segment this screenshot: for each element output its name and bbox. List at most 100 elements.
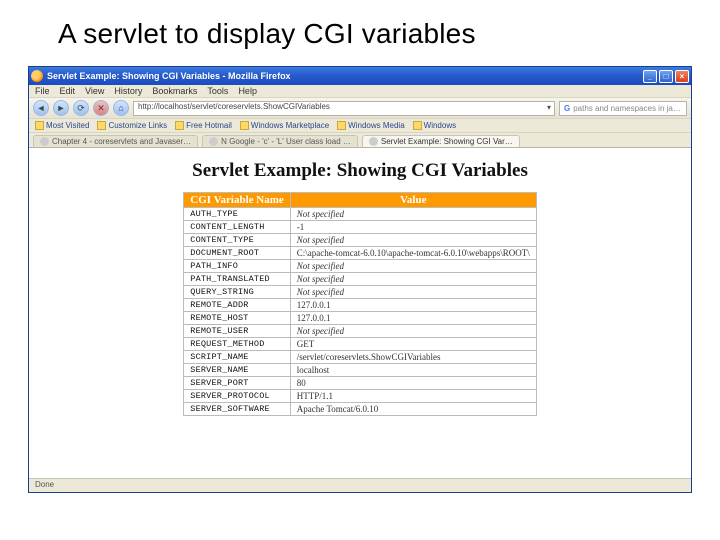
cgi-table: CGI Variable Name Value AUTH_TYPENot spe… [183, 192, 536, 416]
table-row: SCRIPT_NAME/servlet/coreservlets.ShowCGI… [184, 351, 536, 364]
close-button[interactable]: × [675, 70, 689, 83]
cgi-var-value: C:\apache-tomcat-6.0.10\apache-tomcat-6.… [290, 247, 536, 260]
menu-tools[interactable]: Tools [207, 86, 228, 96]
col-header-name: CGI Variable Name [184, 193, 291, 208]
cgi-var-value: localhost [290, 364, 536, 377]
cgi-var-value: 127.0.0.1 [290, 299, 536, 312]
cgi-var-value: Not specified [290, 286, 536, 299]
table-row: PATH_TRANSLATEDNot specified [184, 273, 536, 286]
window-title: Servlet Example: Showing CGI Variables -… [47, 71, 643, 81]
link-icon [240, 121, 249, 130]
bookmark-marketplace[interactable]: Windows Marketplace [240, 121, 329, 130]
cgi-var-value: 127.0.0.1 [290, 312, 536, 325]
tab-2[interactable]: N Google - 'c' - 'L' User class load … [202, 135, 358, 147]
home-button[interactable]: ⌂ [113, 100, 129, 116]
browser-window: Servlet Example: Showing CGI Variables -… [28, 66, 692, 493]
cgi-var-name: SERVER_PROTOCOL [184, 390, 291, 403]
table-row: SERVER_NAMElocalhost [184, 364, 536, 377]
cgi-var-name: SERVER_PORT [184, 377, 291, 390]
maximize-button[interactable]: □ [659, 70, 673, 83]
reload-button[interactable]: ⟳ [73, 100, 89, 116]
tab-1[interactable]: Chapter 4 - coreservlets and Javaser… [33, 135, 198, 147]
bookmarks-toolbar: Most Visited Customize Links Free Hotmai… [29, 119, 691, 133]
link-icon [175, 121, 184, 130]
cgi-var-value: Not specified [290, 273, 536, 286]
menu-bookmarks[interactable]: Bookmarks [152, 86, 197, 96]
cgi-var-value: 80 [290, 377, 536, 390]
cgi-var-value: /servlet/coreservlets.ShowCGIVariables [290, 351, 536, 364]
google-icon: G [564, 104, 570, 113]
table-row: SERVER_SOFTWAREApache Tomcat/6.0.10 [184, 403, 536, 416]
minimize-button[interactable]: _ [643, 70, 657, 83]
page-icon [209, 137, 218, 146]
table-row: SERVER_PORT80 [184, 377, 536, 390]
cgi-var-value: Not specified [290, 325, 536, 338]
forward-button[interactable]: ► [53, 100, 69, 116]
table-row: PATH_INFONot specified [184, 260, 536, 273]
table-row: REMOTE_HOST127.0.0.1 [184, 312, 536, 325]
cgi-var-name: PATH_TRANSLATED [184, 273, 291, 286]
table-row: REMOTE_USERNot specified [184, 325, 536, 338]
window-titlebar: Servlet Example: Showing CGI Variables -… [29, 67, 691, 85]
menu-history[interactable]: History [114, 86, 142, 96]
cgi-var-value: Not specified [290, 260, 536, 273]
cgi-var-name: SERVER_NAME [184, 364, 291, 377]
cgi-var-name: REMOTE_USER [184, 325, 291, 338]
page-icon [369, 137, 378, 146]
nav-toolbar: ◄ ► ⟳ ✕ ⌂ http://localhost/servlet/cores… [29, 97, 691, 119]
page-content: Servlet Example: Showing CGI Variables C… [29, 148, 691, 478]
cgi-var-value: HTTP/1.1 [290, 390, 536, 403]
menu-help[interactable]: Help [238, 86, 257, 96]
table-row: AUTH_TYPENot specified [184, 208, 536, 221]
link-icon [413, 121, 422, 130]
table-row: REMOTE_ADDR127.0.0.1 [184, 299, 536, 312]
cgi-var-value: Apache Tomcat/6.0.10 [290, 403, 536, 416]
menu-file[interactable]: File [35, 86, 50, 96]
col-header-value: Value [290, 193, 536, 208]
bookmark-customize[interactable]: Customize Links [97, 121, 167, 130]
tabbar: Chapter 4 - coreservlets and Javaser… N … [29, 133, 691, 148]
menu-edit[interactable]: Edit [60, 86, 76, 96]
page-icon [40, 137, 49, 146]
table-row: DOCUMENT_ROOTC:\apache-tomcat-6.0.10\apa… [184, 247, 536, 260]
stop-button[interactable]: ✕ [93, 100, 109, 116]
firefox-icon [31, 70, 43, 82]
bookmark-hotmail[interactable]: Free Hotmail [175, 121, 232, 130]
tab-3-active[interactable]: Servlet Example: Showing CGI Var… [362, 135, 520, 147]
cgi-var-value: GET [290, 338, 536, 351]
search-placeholder: paths and namespaces in ja… [573, 104, 681, 113]
slide-title: A servlet to display CGI variables [0, 0, 720, 66]
cgi-var-value: -1 [290, 221, 536, 234]
cgi-var-name: AUTH_TYPE [184, 208, 291, 221]
table-row: QUERY_STRINGNot specified [184, 286, 536, 299]
cgi-var-name: CONTENT_TYPE [184, 234, 291, 247]
link-icon [337, 121, 346, 130]
menubar: File Edit View History Bookmarks Tools H… [29, 85, 691, 97]
cgi-var-name: SERVER_SOFTWARE [184, 403, 291, 416]
back-button[interactable]: ◄ [33, 100, 49, 116]
menu-view[interactable]: View [85, 86, 104, 96]
cgi-var-value: Not specified [290, 234, 536, 247]
address-bar[interactable]: http://localhost/servlet/coreservlets.Sh… [133, 101, 555, 116]
cgi-var-name: CONTENT_LENGTH [184, 221, 291, 234]
cgi-var-value: Not specified [290, 208, 536, 221]
table-row: REQUEST_METHODGET [184, 338, 536, 351]
table-row: CONTENT_TYPENot specified [184, 234, 536, 247]
cgi-var-name: REMOTE_HOST [184, 312, 291, 325]
folder-icon [35, 121, 44, 130]
bookmark-most-visited[interactable]: Most Visited [35, 121, 89, 130]
page-heading: Servlet Example: Showing CGI Variables [39, 160, 681, 182]
search-box[interactable]: G paths and namespaces in ja… [559, 101, 687, 116]
cgi-var-name: PATH_INFO [184, 260, 291, 273]
table-row: CONTENT_LENGTH-1 [184, 221, 536, 234]
link-icon [97, 121, 106, 130]
cgi-var-name: REQUEST_METHOD [184, 338, 291, 351]
bookmark-media[interactable]: Windows Media [337, 121, 404, 130]
cgi-var-name: REMOTE_ADDR [184, 299, 291, 312]
cgi-var-name: QUERY_STRING [184, 286, 291, 299]
cgi-var-name: SCRIPT_NAME [184, 351, 291, 364]
bookmark-windows[interactable]: Windows [413, 121, 456, 130]
status-bar: Done [29, 478, 691, 492]
table-row: SERVER_PROTOCOLHTTP/1.1 [184, 390, 536, 403]
cgi-var-name: DOCUMENT_ROOT [184, 247, 291, 260]
